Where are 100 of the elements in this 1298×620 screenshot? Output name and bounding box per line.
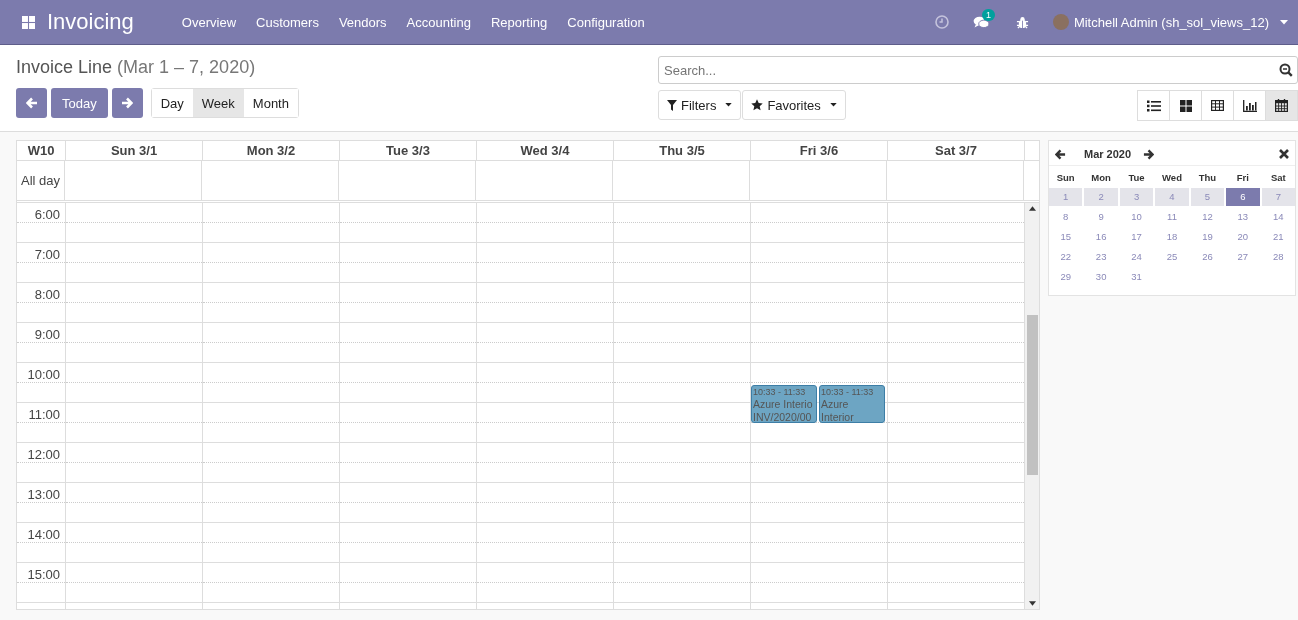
scrollbar-thumb[interactable] — [1026, 315, 1038, 475]
hour-label: 6:00 — [34, 207, 60, 222]
day-header: Wed 3/4 — [477, 141, 614, 160]
menu-item[interactable]: Configuration — [567, 14, 645, 30]
search-field[interactable]: Search... — [658, 56, 1298, 84]
calendar-day[interactable]: 31 — [1119, 268, 1154, 286]
scroll-up-icon[interactable] — [1028, 206, 1036, 211]
close-icon[interactable] — [1279, 149, 1289, 159]
day-header: Sat 3/7 — [888, 141, 1025, 160]
hour-label: 15:00 — [27, 567, 60, 582]
week-number: W10 — [17, 141, 66, 160]
star-icon — [751, 99, 764, 111]
apps-menu-icon[interactable] — [22, 15, 35, 29]
arrow-left-icon — [25, 97, 38, 109]
calendar-day[interactable]: 20 — [1226, 228, 1260, 246]
calendar-day[interactable]: 11 — [1155, 208, 1189, 226]
weekday-label: Sat — [1269, 171, 1287, 185]
search-icon[interactable] — [1279, 63, 1293, 77]
calendar-day[interactable]: 4 — [1155, 188, 1189, 206]
all-day-label: All day — [17, 161, 65, 200]
calendar-day[interactable]: 9 — [1084, 208, 1118, 226]
menu-item[interactable]: Vendors — [338, 14, 387, 30]
hour-label: 13:00 — [27, 487, 60, 502]
hour-label: 14:00 — [27, 527, 60, 542]
menu-item[interactable]: Accounting — [406, 14, 471, 30]
calendar-day[interactable]: 12 — [1190, 208, 1225, 226]
kanban-view-button[interactable] — [1169, 90, 1202, 121]
calendar-day[interactable]: 22 — [1049, 248, 1083, 266]
next-month-icon[interactable] — [1143, 148, 1155, 160]
caret-icon[interactable] — [1280, 19, 1288, 25]
calendar-day[interactable]: 7 — [1261, 188, 1295, 206]
pivot-view-button[interactable] — [1201, 90, 1234, 121]
scroll-down-icon[interactable] — [1028, 601, 1036, 606]
calendar-day[interactable]: 10 — [1119, 208, 1154, 226]
calendar-day[interactable]: 27 — [1226, 248, 1260, 266]
menu-item[interactable]: Customers — [256, 14, 319, 30]
calendar-day[interactable]: 19 — [1190, 228, 1225, 246]
previous-month-icon[interactable] — [1055, 148, 1066, 160]
hour-label: 10:00 — [27, 367, 60, 382]
hour-label: 7:00 — [34, 247, 60, 262]
day-header: Sun 3/1 — [66, 141, 203, 160]
calendar-day[interactable]: 3 — [1119, 188, 1154, 206]
weekday-label: Tue — [1127, 171, 1146, 185]
calendar-view-button[interactable] — [1265, 90, 1298, 121]
calendar-day[interactable]: 16 — [1084, 228, 1118, 246]
month-title[interactable]: Mar 2020 — [1084, 148, 1132, 160]
view-title: Invoice Line (Mar 1 – 7, 2020) — [16, 57, 257, 78]
filter-dropdown-button[interactable]: Filters — [658, 90, 742, 120]
next-button[interactable] — [111, 88, 143, 118]
weekday-label: Thu — [1197, 171, 1218, 185]
weekday-label: Mon — [1090, 171, 1112, 185]
hour-label: 12:00 — [27, 447, 60, 462]
hour-label: 11:00 — [28, 407, 60, 422]
funnel-icon — [667, 99, 677, 111]
app-title: Invoicing — [47, 9, 134, 35]
bug-icon[interactable] — [1015, 15, 1029, 29]
user-name[interactable]: Mitchell Admin (sh_sol_views_12) — [1073, 14, 1269, 30]
calendar-day[interactable]: 24 — [1119, 248, 1154, 266]
calendar-day[interactable]: 15 — [1049, 228, 1083, 246]
hour-label: 8:00 — [34, 287, 60, 302]
weekday-label: Fri — [1235, 171, 1250, 185]
calendar-day[interactable]: 1 — [1049, 188, 1083, 206]
calendar-day[interactable]: 29 — [1049, 268, 1083, 286]
calendar-day[interactable]: 2 — [1084, 188, 1118, 206]
calendar-day[interactable]: 30 — [1084, 268, 1118, 286]
scrollbar[interactable] — [1025, 203, 1039, 609]
menu-item[interactable]: Reporting — [490, 14, 548, 30]
today-button[interactable]: Today — [51, 88, 108, 118]
calendar-day[interactable]: 23 — [1084, 248, 1118, 266]
menu-item[interactable]: Overview — [181, 14, 237, 30]
filter-dropdown-button[interactable]: Favorites — [742, 90, 846, 120]
list-icon — [1146, 99, 1161, 112]
calendar-day[interactable]: 13 — [1226, 208, 1260, 226]
calendar-day[interactable]: 18 — [1155, 228, 1189, 246]
caret-icon — [829, 103, 837, 107]
calendar-event[interactable]: 10:33 - 11:33 Azure Interio INV/2020/00 — [751, 385, 817, 423]
table-icon — [1211, 100, 1224, 111]
calendar-icon — [1275, 99, 1288, 112]
day-header: Fri 3/6 — [751, 141, 888, 160]
calendar-day[interactable]: 8 — [1049, 208, 1083, 226]
calendar-day[interactable]: 26 — [1190, 248, 1225, 266]
calendar-day[interactable]: 17 — [1119, 228, 1154, 246]
calendar-day[interactable]: 14 — [1261, 208, 1295, 226]
calendar-day[interactable]: 6 — [1226, 188, 1260, 206]
calendar-day[interactable]: 5 — [1190, 188, 1225, 206]
calendar-day[interactable]: 21 — [1261, 228, 1295, 246]
scale-tab[interactable]: Week — [192, 89, 244, 117]
day-header: Tue 3/3 — [340, 141, 477, 160]
grid-icon — [1179, 99, 1192, 112]
arrow-right-icon — [121, 97, 134, 109]
caret-icon — [725, 103, 733, 107]
notification-badge: 1 — [981, 8, 995, 21]
previous-button[interactable] — [16, 88, 47, 118]
calendar-day[interactable]: 28 — [1261, 248, 1295, 266]
weekday-label: Wed — [1161, 171, 1183, 185]
list-view-button[interactable] — [1137, 90, 1170, 121]
calendar-day[interactable]: 25 — [1155, 248, 1189, 266]
graph-view-button[interactable] — [1233, 90, 1266, 121]
calendar-event[interactable]: 10:33 - 11:33 Azure Interior — [819, 385, 885, 423]
hour-label: 9:00 — [34, 327, 60, 342]
